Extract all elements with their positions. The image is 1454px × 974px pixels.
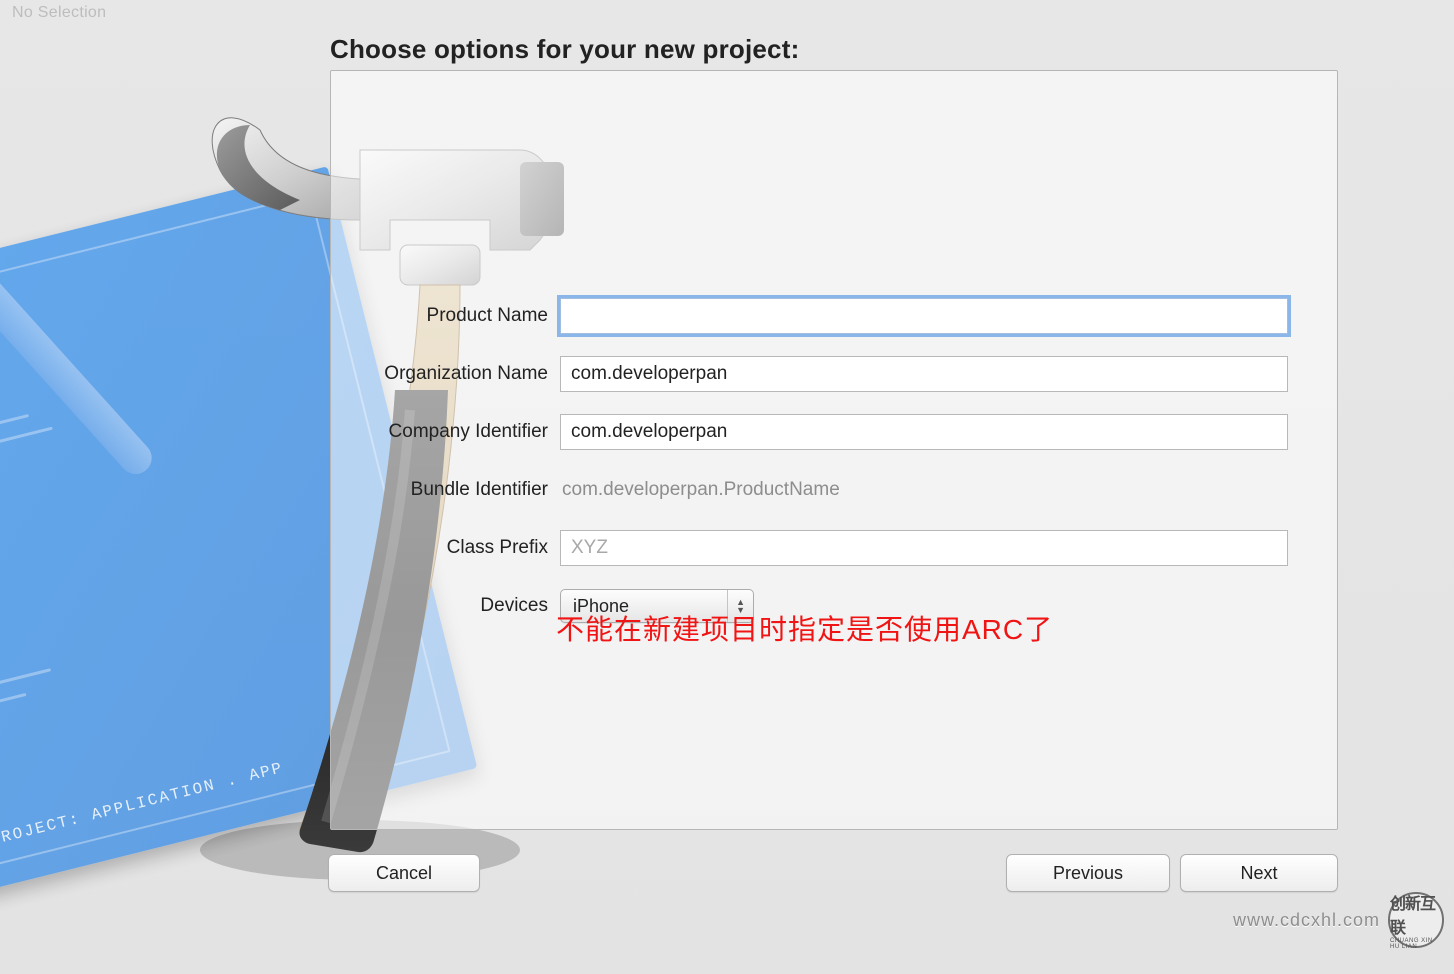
company-identifier-label: Company Identifier: [354, 421, 560, 443]
bundle-identifier-label: Bundle Identifier: [354, 479, 560, 501]
next-button[interactable]: Next: [1180, 854, 1338, 892]
organization-name-label: Organization Name: [354, 363, 560, 385]
cancel-button[interactable]: Cancel: [328, 854, 480, 892]
watermark: www.cdcxhl.com 创新互联 CHUANG XIN HU LIAN: [1233, 892, 1444, 948]
page-heading: Choose options for your new project:: [330, 34, 799, 65]
company-identifier-input[interactable]: [560, 414, 1288, 450]
blueprint-project-label: PROJECT: APPLICATION . APP: [0, 759, 285, 849]
class-prefix-row: Class Prefix: [354, 528, 1294, 568]
devices-label: Devices: [354, 595, 560, 617]
class-prefix-input[interactable]: [560, 530, 1288, 566]
organization-name-input[interactable]: [560, 356, 1288, 392]
watermark-logo-icon: 创新互联 CHUANG XIN HU LIAN: [1388, 892, 1444, 948]
company-identifier-row: Company Identifier: [354, 412, 1294, 452]
class-prefix-label: Class Prefix: [354, 537, 560, 559]
bundle-identifier-row: Bundle Identifier com.developerpan.Produ…: [354, 470, 1294, 510]
product-name-input[interactable]: [560, 298, 1288, 334]
watermark-url: www.cdcxhl.com: [1233, 910, 1380, 931]
window-title: No Selection: [12, 4, 106, 22]
previous-button[interactable]: Previous: [1006, 854, 1170, 892]
product-name-label: Product Name: [354, 305, 560, 327]
bundle-identifier-value: com.developerpan.ProductName: [560, 479, 840, 500]
organization-name-row: Organization Name: [354, 354, 1294, 394]
arc-annotation-text: 不能在新建项目时指定是否使用ARC了: [556, 608, 1053, 648]
product-name-row: Product Name: [354, 296, 1294, 336]
project-options-form: Product Name Organization Name Company I…: [354, 296, 1294, 644]
